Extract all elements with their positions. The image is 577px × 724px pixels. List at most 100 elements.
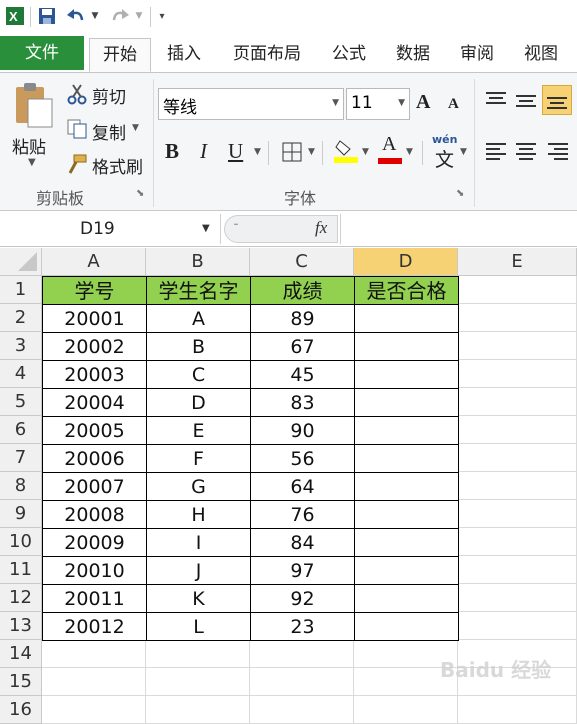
grid-cell[interactable] [458,276,577,304]
row-header[interactable]: 16 [0,696,42,724]
grid-cell[interactable] [458,556,577,584]
handle-icon[interactable]: ⁃ [233,218,239,232]
table-header-cell[interactable]: 学号 [42,276,147,305]
redo-dropdown-icon[interactable]: ▼ [133,5,145,27]
row-header[interactable]: 8 [0,472,42,500]
table-cell[interactable]: 67 [250,332,355,361]
border-icon[interactable] [282,142,302,162]
paste-dropdown-icon[interactable]: ▼ [28,157,36,168]
row-header[interactable]: 10 [0,528,42,556]
grid-cell[interactable] [458,612,577,640]
formula-input[interactable] [340,214,577,244]
row-header[interactable]: 6 [0,416,42,444]
row-header[interactable]: 12 [0,584,42,612]
tab-insert[interactable]: 插入 [156,38,212,70]
table-cell[interactable]: 20005 [42,416,147,445]
column-header-c[interactable]: C [250,248,354,276]
table-cell[interactable]: 90 [250,416,355,445]
table-cell[interactable] [354,304,459,333]
font-size-combo[interactable]: 11 ▼ [346,88,410,120]
grid-cell[interactable] [458,388,577,416]
select-all-corner[interactable] [0,248,42,276]
table-cell[interactable] [354,528,459,557]
table-cell[interactable] [354,444,459,473]
column-header-a[interactable]: A [42,248,146,276]
table-cell[interactable]: E [146,416,251,445]
chevron-down-icon[interactable]: ▼ [362,147,369,157]
table-cell[interactable] [354,360,459,389]
copy-dropdown-icon[interactable]: ▼ [132,123,139,133]
table-cell[interactable]: B [146,332,251,361]
tab-page-layout[interactable]: 页面布局 [222,38,312,70]
table-cell[interactable]: 20009 [42,528,147,557]
grid-cell[interactable] [250,696,354,724]
paste-icon[interactable] [10,81,54,131]
table-cell[interactable]: 20001 [42,304,147,333]
chevron-down-icon[interactable]: ▼ [202,223,210,234]
column-header-d[interactable]: D [354,248,458,276]
grid-cell[interactable] [146,668,250,696]
tab-formulas[interactable]: 公式 [322,38,376,70]
align-top-icon[interactable] [484,89,508,111]
grid-cell[interactable] [458,528,577,556]
row-header[interactable]: 4 [0,360,42,388]
row-header[interactable]: 14 [0,640,42,668]
tab-home[interactable]: 开始 [89,38,151,72]
italic-button[interactable]: I [200,139,207,164]
chevron-down-icon[interactable]: ▼ [398,98,405,108]
table-cell[interactable]: D [146,388,251,417]
grid-cell[interactable] [458,696,577,724]
table-cell[interactable]: 20006 [42,444,147,473]
save-icon[interactable] [36,5,58,27]
table-cell[interactable]: 20011 [42,584,147,613]
grid-cell[interactable] [458,500,577,528]
align-right-icon[interactable] [546,141,570,163]
table-cell[interactable]: 20007 [42,472,147,501]
redo-icon[interactable] [108,5,132,27]
table-cell[interactable]: F [146,444,251,473]
table-cell[interactable]: 64 [250,472,355,501]
table-cell[interactable] [354,388,459,417]
table-cell[interactable]: H [146,500,251,529]
table-cell[interactable]: 45 [250,360,355,389]
grid-cell[interactable] [458,304,577,332]
format-painter-button[interactable]: 格式刷 [92,153,143,178]
font-color-icon[interactable]: A [378,133,404,165]
grow-font-icon[interactable]: A [416,91,430,114]
row-header[interactable]: 9 [0,500,42,528]
dialog-launcher-icon[interactable]: ⬊ [136,188,144,199]
align-bottom-icon[interactable] [542,85,572,115]
grid-cell[interactable] [458,332,577,360]
table-cell[interactable]: 83 [250,388,355,417]
table-cell[interactable]: 20010 [42,556,147,585]
table-cell[interactable]: A [146,304,251,333]
customize-icon[interactable]: ▾ [155,5,169,27]
grid-cell[interactable] [458,416,577,444]
table-cell[interactable]: 76 [250,500,355,529]
table-cell[interactable]: G [146,472,251,501]
table-cell[interactable]: 89 [250,304,355,333]
table-cell[interactable] [354,584,459,613]
grid-cell[interactable] [250,668,354,696]
table-cell[interactable] [354,612,459,641]
chevron-down-icon[interactable]: ▼ [254,147,261,157]
chevron-down-icon[interactable]: ▼ [406,147,413,157]
table-cell[interactable]: C [146,360,251,389]
align-left-icon[interactable] [484,141,508,163]
row-header[interactable]: 13 [0,612,42,640]
table-cell[interactable]: I [146,528,251,557]
table-cell[interactable]: 84 [250,528,355,557]
grid-cell[interactable] [458,584,577,612]
table-cell[interactable]: J [146,556,251,585]
table-cell[interactable] [354,472,459,501]
align-center-icon[interactable] [514,141,538,163]
shrink-font-icon[interactable]: A [448,96,459,113]
table-cell[interactable]: K [146,584,251,613]
tab-view[interactable]: 视图 [514,38,568,70]
grid-cell[interactable] [354,696,458,724]
tab-review[interactable]: 审阅 [450,38,504,70]
chevron-down-icon[interactable]: ▼ [460,147,467,157]
row-header[interactable]: 7 [0,444,42,472]
bold-button[interactable]: B [165,139,179,164]
table-cell[interactable]: 20003 [42,360,147,389]
